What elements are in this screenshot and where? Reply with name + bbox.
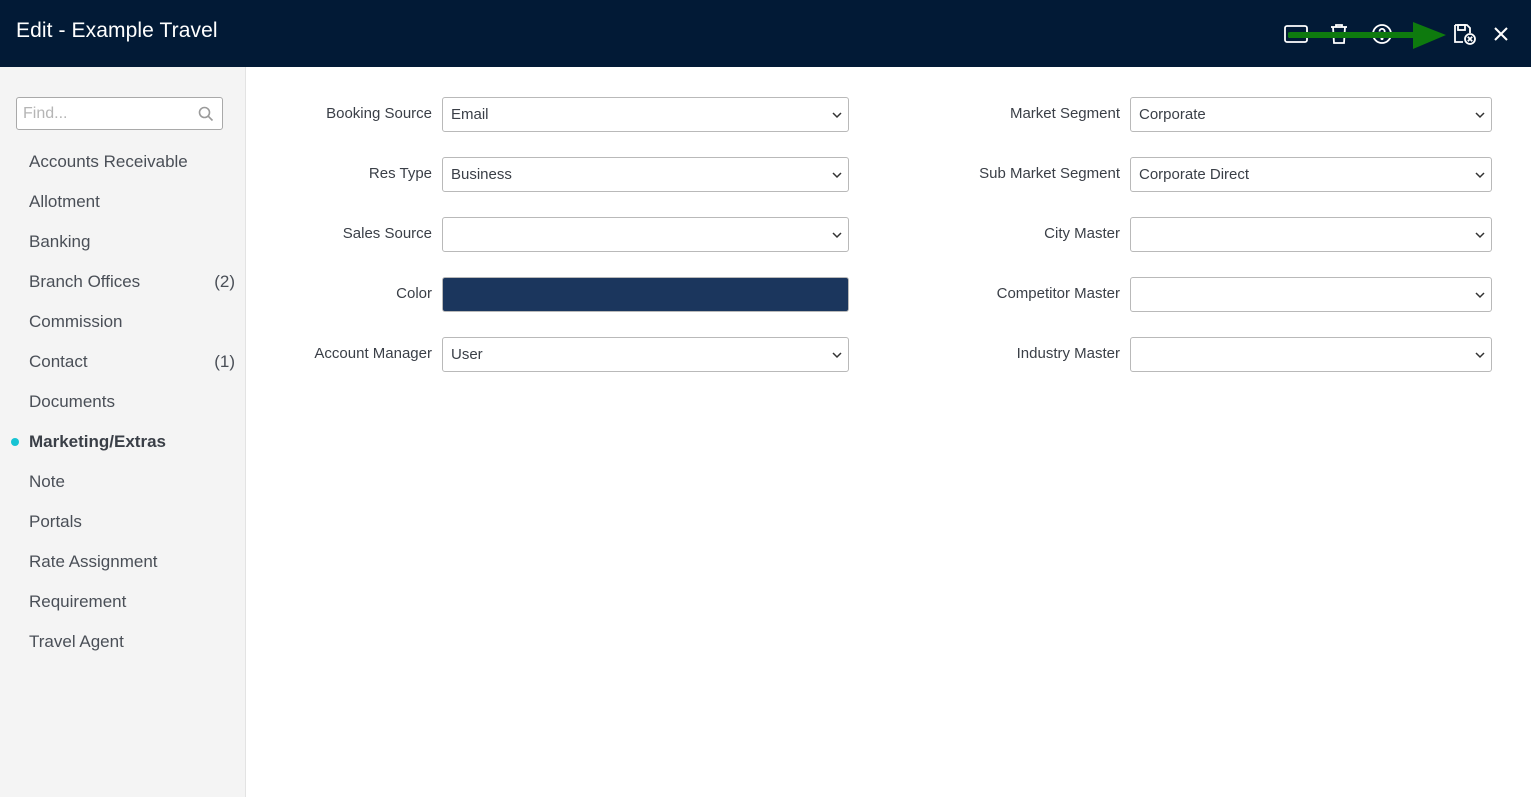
sidebar-item-label: Accounts Receivable [29,152,188,171]
competitor-master-label: Competitor Master [996,285,1120,302]
find-input[interactable] [17,98,203,129]
chevron-down-icon [832,172,842,179]
page-title: Edit - Example Travel [16,19,218,42]
sub-market-segment-value: Corporate Direct [1139,166,1250,183]
account-manager-label: Account Manager [314,345,432,362]
sidebar: Accounts Receivable Allotment Banking Br… [0,67,246,797]
sidebar-item-label: Note [29,472,65,491]
sidebar-item-contact[interactable]: Contact (1) [0,342,245,382]
industry-master-select[interactable] [1130,337,1492,372]
market-segment-label: Market Segment [1009,105,1120,122]
sidebar-item-label: Documents [29,392,115,411]
sidebar-item-allotment[interactable]: Allotment [0,182,245,222]
card-icon[interactable] [1282,20,1310,48]
close-icon[interactable] [1487,20,1515,48]
search-icon[interactable] [198,106,214,127]
booking-source-label: Booking Source [326,105,432,122]
chevron-down-icon [1475,172,1485,179]
sidebar-item-label: Banking [29,232,91,251]
sidebar-item-label: Portals [29,512,82,531]
account-manager-select[interactable]: User [442,337,849,372]
sales-source-label: Sales Source [342,225,432,242]
sidebar-item-banking[interactable]: Banking [0,222,245,262]
sidebar-item-rate-assignment[interactable]: Rate Assignment [0,542,245,582]
city-master-select[interactable] [1130,217,1492,252]
trash-icon[interactable] [1325,20,1353,48]
sidebar-item-note[interactable]: Note [0,462,245,502]
res-type-label: Res Type [368,165,432,182]
chevron-down-icon [1475,292,1485,299]
market-segment-value: Corporate [1139,106,1206,123]
sidebar-item-label: Commission [29,312,123,331]
sidebar-item-label: Contact [29,352,88,371]
account-manager-value: User [451,346,483,363]
industry-master-label: Industry Master [1016,345,1120,362]
sidebar-item-label: Marketing/Extras [29,432,166,451]
booking-source-select[interactable]: Email [442,97,849,132]
sidebar-item-marketing-extras[interactable]: Marketing/Extras [0,422,245,462]
competitor-master-select[interactable] [1130,277,1492,312]
chevron-down-icon [832,352,842,359]
city-master-label: City Master [1044,225,1120,242]
res-type-value: Business [451,166,512,183]
market-segment-select[interactable]: Corporate [1130,97,1492,132]
sidebar-item-label: Requirement [29,592,127,611]
sidebar-item-count: (1) [214,352,235,371]
help-icon[interactable] [1368,20,1396,48]
booking-source-value: Email [451,106,489,123]
color-swatch[interactable] [442,277,849,312]
sidebar-item-label: Allotment [29,192,100,211]
sub-market-segment-label: Sub Market Segment [979,165,1120,182]
sidebar-item-count: (2) [214,272,235,291]
sidebar-item-branch-offices[interactable]: Branch Offices (2) [0,262,245,302]
sidebar-item-accounts-receivable[interactable]: Accounts Receivable [0,142,245,182]
header-bar: Edit - Example Travel [0,0,1531,67]
sidebar-item-travel-agent[interactable]: Travel Agent [0,622,245,662]
sidebar-nav: Accounts Receivable Allotment Banking Br… [0,142,245,662]
chevron-down-icon [1475,352,1485,359]
chevron-down-icon [1475,232,1485,239]
color-label: Color [396,285,432,302]
sales-source-select[interactable] [442,217,849,252]
save-close-icon[interactable] [1451,20,1479,48]
sidebar-item-documents[interactable]: Documents [0,382,245,422]
res-type-select[interactable]: Business [442,157,849,192]
sidebar-item-commission[interactable]: Commission [0,302,245,342]
find-box [16,97,223,130]
chevron-down-icon [1475,112,1485,119]
sidebar-item-portals[interactable]: Portals [0,502,245,542]
sidebar-item-requirement[interactable]: Requirement [0,582,245,622]
sub-market-segment-select[interactable]: Corporate Direct [1130,157,1492,192]
chevron-down-icon [832,112,842,119]
sidebar-item-label: Travel Agent [29,632,124,651]
sidebar-item-label: Branch Offices [29,272,141,291]
chevron-down-icon [832,232,842,239]
sidebar-item-label: Rate Assignment [29,552,158,571]
